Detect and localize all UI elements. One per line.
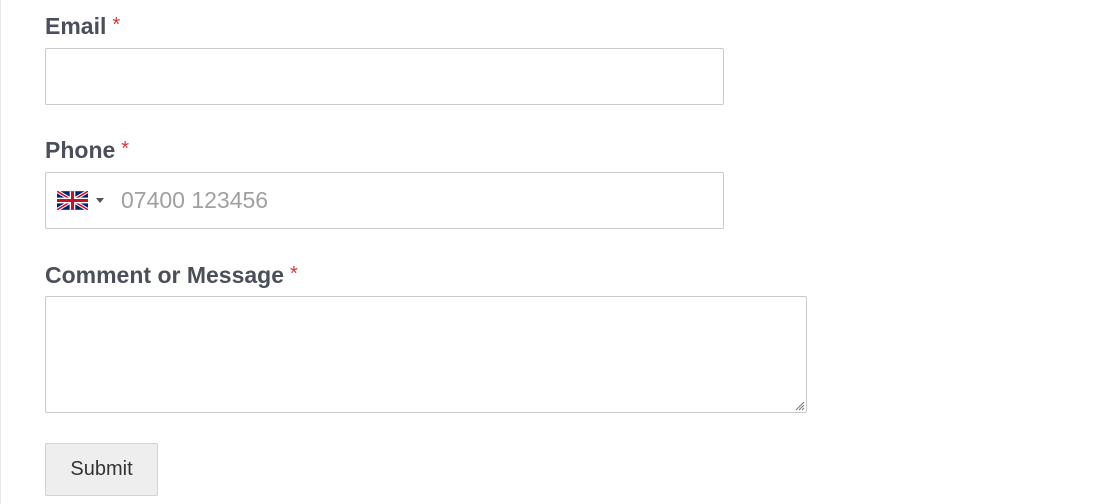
message-required-mark: * xyxy=(290,263,298,285)
gb-flag-icon xyxy=(57,191,88,210)
phone-label: Phone * xyxy=(45,139,129,162)
phone-placeholder[interactable]: 07400 123456 xyxy=(121,187,268,214)
country-code-selector[interactable] xyxy=(57,173,104,228)
email-label: Email * xyxy=(45,15,120,38)
phone-required-mark: * xyxy=(121,138,130,160)
phone-field[interactable]: 07400 123456 xyxy=(45,172,724,229)
resize-handle-icon[interactable] xyxy=(793,399,805,411)
submit-button[interactable]: Submit xyxy=(45,443,158,496)
email-label-text: Email xyxy=(45,13,107,39)
phone-label-text: Phone xyxy=(45,137,116,163)
message-textarea[interactable] xyxy=(45,296,807,413)
email-field[interactable] xyxy=(45,48,724,105)
message-label: Comment or Message * xyxy=(45,264,298,287)
chevron-down-icon[interactable] xyxy=(96,198,104,203)
email-required-mark: * xyxy=(112,14,121,36)
message-label-text: Comment or Message xyxy=(45,262,285,288)
page-left-border xyxy=(0,0,1,504)
